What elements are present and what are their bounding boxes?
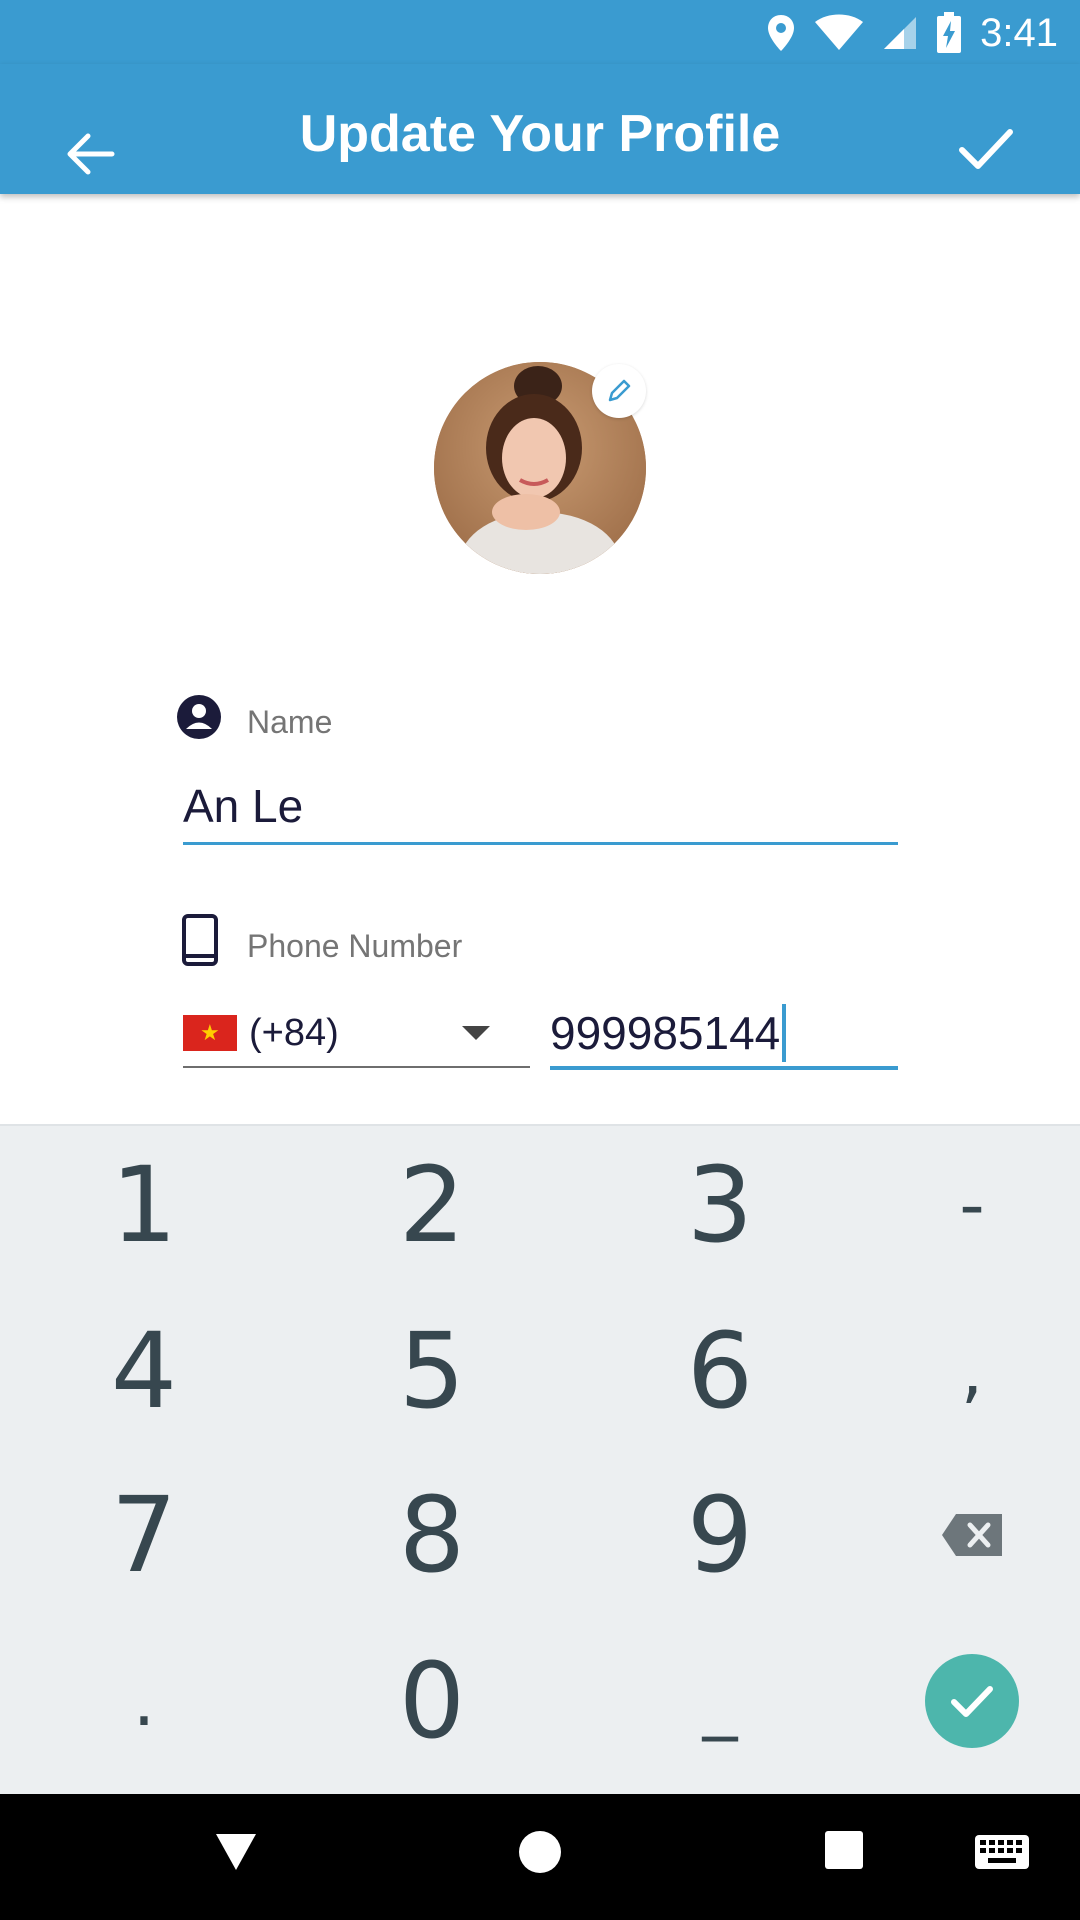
- phone-number-input[interactable]: 999985144: [550, 1000, 898, 1070]
- avatar-container[interactable]: [434, 362, 646, 574]
- keyboard-icon[interactable]: [974, 1834, 1030, 1870]
- country-code-select[interactable]: ★ (+84): [183, 1000, 530, 1068]
- flag-star-icon: ★: [200, 1020, 220, 1045]
- key-3[interactable]: 3: [620, 1130, 820, 1280]
- status-bar: 3:41: [0, 0, 1080, 64]
- backspace-key[interactable]: [872, 1460, 1072, 1610]
- backspace-icon: [942, 1514, 1002, 1556]
- home-circle-icon[interactable]: [518, 1830, 562, 1874]
- vietnam-flag-icon: ★: [183, 1015, 237, 1051]
- key-5[interactable]: 5: [332, 1296, 532, 1446]
- account-circle-icon: [177, 695, 221, 739]
- key-4[interactable]: 4: [44, 1296, 244, 1446]
- app-bar: Update Your Profile: [0, 64, 1080, 194]
- key-period[interactable]: .: [44, 1626, 244, 1776]
- name-input[interactable]: An Le: [183, 774, 898, 845]
- pencil-icon: [608, 379, 631, 402]
- status-time: 3:41: [980, 10, 1058, 55]
- name-label: Name: [247, 704, 333, 740]
- key-8[interactable]: 8: [332, 1460, 532, 1610]
- location-icon: [768, 15, 795, 51]
- keyboard-done-button[interactable]: [925, 1654, 1019, 1748]
- smartphone-icon: [182, 914, 218, 966]
- key-7[interactable]: 7: [44, 1460, 244, 1610]
- save-check-icon[interactable]: [950, 114, 1020, 184]
- battery-charging-icon: [937, 12, 962, 53]
- dropdown-caret-icon: [462, 1026, 490, 1040]
- phone-label: Phone Number: [247, 928, 463, 964]
- key-2[interactable]: 2: [332, 1130, 532, 1280]
- back-triangle-icon[interactable]: [214, 1830, 258, 1874]
- check-icon: [951, 1686, 993, 1717]
- edit-avatar-button[interactable]: [592, 364, 646, 418]
- system-navigation-bar: [0, 1794, 1080, 1920]
- signal-icon: [884, 17, 917, 49]
- key-dash[interactable]: -: [872, 1130, 1072, 1280]
- status-icons: 3:41: [766, 8, 1058, 58]
- key-underscore[interactable]: _: [620, 1626, 820, 1776]
- key-6[interactable]: 6: [620, 1296, 820, 1446]
- key-comma[interactable]: ,: [872, 1296, 1072, 1446]
- key-1[interactable]: 1: [44, 1130, 244, 1280]
- phone-number-value: 999985144: [550, 1007, 781, 1059]
- text-cursor: [782, 1004, 787, 1062]
- key-9[interactable]: 9: [620, 1460, 820, 1610]
- key-0[interactable]: 0: [332, 1626, 532, 1776]
- page-title: Update Your Profile: [299, 105, 781, 163]
- wifi-icon: [815, 14, 864, 50]
- country-code-value: (+84): [249, 1011, 339, 1054]
- recents-square-icon[interactable]: [824, 1830, 864, 1870]
